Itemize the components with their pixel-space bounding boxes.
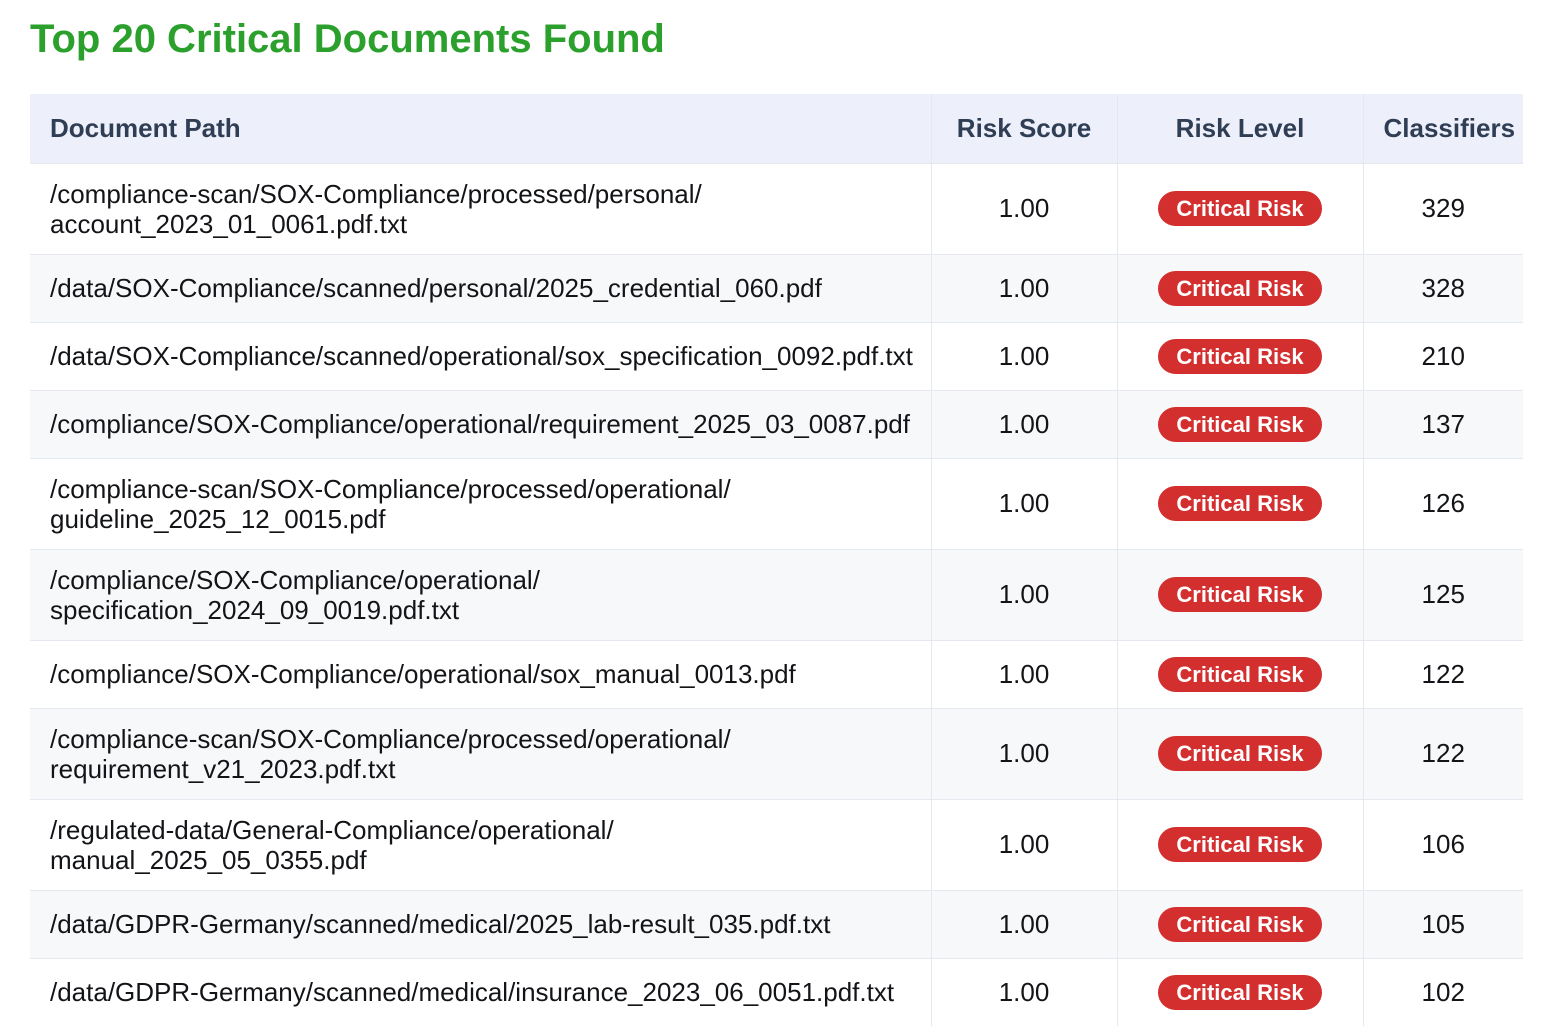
document-path-cell: /compliance-scan/SOX-Compliance/processe… (30, 163, 931, 254)
classifiers-cell: 105 (1363, 890, 1523, 958)
risk-score-cell: 1.00 (931, 549, 1117, 640)
document-path-cell: /regulated-data/General-Compliance/opera… (30, 799, 931, 890)
document-path-cell: /compliance/SOX-Compliance/operational/ … (30, 549, 931, 640)
table-row: /regulated-data/General-Compliance/opera… (30, 799, 1523, 890)
critical-risk-badge: Critical Risk (1158, 271, 1321, 306)
table-row: /compliance/SOX-Compliance/operational/r… (30, 390, 1523, 458)
document-path-cell: /data/GDPR-Germany/scanned/medical/insur… (30, 958, 931, 1026)
risk-level-cell: Critical Risk (1117, 163, 1363, 254)
critical-risk-badge: Critical Risk (1158, 827, 1321, 862)
table-row: /compliance-scan/SOX-Compliance/processe… (30, 458, 1523, 549)
classifiers-cell: 122 (1363, 640, 1523, 708)
page-title: Top 20 Critical Documents Found (30, 16, 1541, 62)
critical-risk-badge: Critical Risk (1158, 657, 1321, 692)
document-path-cell: /compliance/SOX-Compliance/operational/s… (30, 640, 931, 708)
risk-score-cell: 1.00 (931, 390, 1117, 458)
critical-documents-table: Document Path Risk Score Risk Level Clas… (30, 94, 1523, 1026)
risk-level-cell: Critical Risk (1117, 640, 1363, 708)
critical-risk-badge: Critical Risk (1158, 191, 1321, 226)
table-row: /data/SOX-Compliance/scanned/personal/20… (30, 254, 1523, 322)
risk-score-cell: 1.00 (931, 640, 1117, 708)
classifiers-cell: 102 (1363, 958, 1523, 1026)
document-path-cell: /compliance-scan/SOX-Compliance/processe… (30, 458, 931, 549)
critical-risk-badge: Critical Risk (1158, 407, 1321, 442)
risk-score-cell: 1.00 (931, 890, 1117, 958)
column-header-classifiers: Classifiers (1363, 94, 1523, 163)
risk-level-cell: Critical Risk (1117, 708, 1363, 799)
classifiers-cell: 329 (1363, 163, 1523, 254)
risk-score-cell: 1.00 (931, 799, 1117, 890)
critical-risk-badge: Critical Risk (1158, 486, 1321, 521)
table-row: /compliance-scan/SOX-Compliance/processe… (30, 708, 1523, 799)
column-header-risk-level: Risk Level (1117, 94, 1363, 163)
document-path-cell: /data/SOX-Compliance/scanned/personal/20… (30, 254, 931, 322)
risk-level-cell: Critical Risk (1117, 799, 1363, 890)
document-path-cell: /data/GDPR-Germany/scanned/medical/2025_… (30, 890, 931, 958)
risk-level-cell: Critical Risk (1117, 458, 1363, 549)
table-body: /compliance-scan/SOX-Compliance/processe… (30, 163, 1523, 1026)
column-header-document-path: Document Path (30, 94, 931, 163)
critical-risk-badge: Critical Risk (1158, 339, 1321, 374)
classifiers-cell: 125 (1363, 549, 1523, 640)
table-row: /compliance/SOX-Compliance/operational/s… (30, 640, 1523, 708)
column-header-risk-score: Risk Score (931, 94, 1117, 163)
risk-score-cell: 1.00 (931, 708, 1117, 799)
classifiers-cell: 106 (1363, 799, 1523, 890)
header-row: Document Path Risk Score Risk Level Clas… (30, 94, 1523, 163)
table-row: /data/SOX-Compliance/scanned/operational… (30, 322, 1523, 390)
critical-risk-badge: Critical Risk (1158, 907, 1321, 942)
risk-score-cell: 1.00 (931, 958, 1117, 1026)
document-path-cell: /compliance-scan/SOX-Compliance/processe… (30, 708, 931, 799)
risk-score-cell: 1.00 (931, 254, 1117, 322)
table-row: /compliance/SOX-Compliance/operational/ … (30, 549, 1523, 640)
table-row: /data/GDPR-Germany/scanned/medical/2025_… (30, 890, 1523, 958)
classifiers-cell: 210 (1363, 322, 1523, 390)
risk-score-cell: 1.00 (931, 458, 1117, 549)
table-header: Document Path Risk Score Risk Level Clas… (30, 94, 1523, 163)
critical-risk-badge: Critical Risk (1158, 577, 1321, 612)
risk-level-cell: Critical Risk (1117, 322, 1363, 390)
risk-level-cell: Critical Risk (1117, 549, 1363, 640)
risk-level-cell: Critical Risk (1117, 390, 1363, 458)
classifiers-cell: 137 (1363, 390, 1523, 458)
classifiers-cell: 126 (1363, 458, 1523, 549)
table-row: /compliance-scan/SOX-Compliance/processe… (30, 163, 1523, 254)
risk-level-cell: Critical Risk (1117, 890, 1363, 958)
table-row: /data/GDPR-Germany/scanned/medical/insur… (30, 958, 1523, 1026)
risk-level-cell: Critical Risk (1117, 958, 1363, 1026)
critical-risk-badge: Critical Risk (1158, 975, 1321, 1010)
risk-score-cell: 1.00 (931, 163, 1117, 254)
risk-level-cell: Critical Risk (1117, 254, 1363, 322)
critical-risk-badge: Critical Risk (1158, 736, 1321, 771)
classifiers-cell: 328 (1363, 254, 1523, 322)
classifiers-cell: 122 (1363, 708, 1523, 799)
risk-score-cell: 1.00 (931, 322, 1117, 390)
document-path-cell: /data/SOX-Compliance/scanned/operational… (30, 322, 931, 390)
document-path-cell: /compliance/SOX-Compliance/operational/r… (30, 390, 931, 458)
